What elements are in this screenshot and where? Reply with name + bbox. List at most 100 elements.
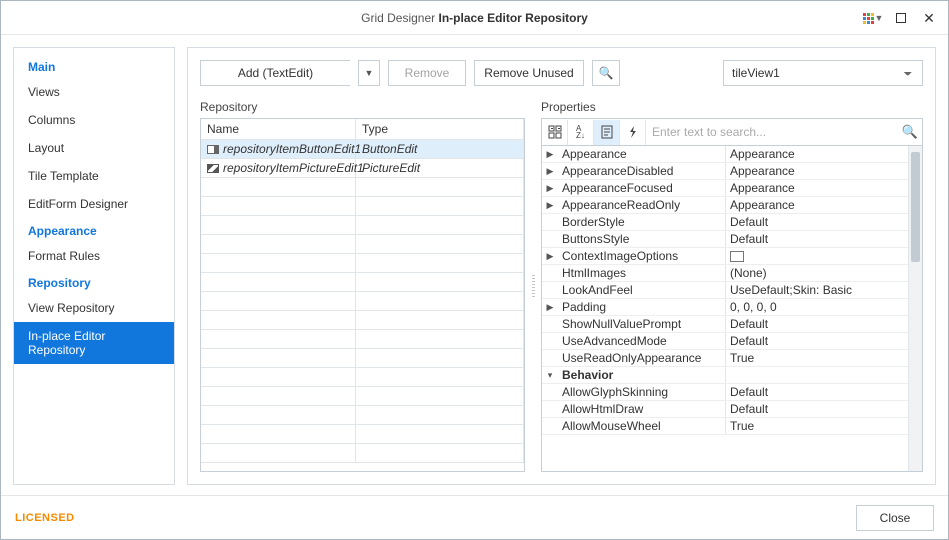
property-value[interactable]: Appearance (726, 197, 908, 213)
repository-empty-row[interactable] (201, 273, 524, 292)
property-value[interactable] (726, 248, 908, 264)
sidebar-item-in-place-editor-repository[interactable]: In-place Editor Repository (14, 322, 174, 364)
sidebar-item-views[interactable]: Views (14, 78, 174, 106)
property-row[interactable]: ▶Padding0, 0, 0, 0 (542, 299, 908, 316)
property-grid[interactable]: ▶AppearanceAppearance▶AppearanceDisabled… (541, 145, 923, 472)
repository-empty-row[interactable] (201, 406, 524, 425)
repository-empty-row[interactable] (201, 387, 524, 406)
expander-icon[interactable]: ▶ (542, 180, 558, 196)
add-button[interactable]: Add (TextEdit) (200, 60, 350, 86)
property-value[interactable] (726, 367, 908, 383)
events-button[interactable] (620, 120, 646, 145)
property-scrollbar[interactable] (908, 146, 922, 471)
property-value[interactable]: Default (726, 231, 908, 247)
search-button[interactable]: 🔍 (592, 60, 620, 86)
repository-grid[interactable]: Name Type repositoryItemButtonEdit1Butto… (200, 118, 525, 472)
col-type-header[interactable]: Type (356, 119, 524, 139)
property-row[interactable]: BorderStyleDefault (542, 214, 908, 231)
property-value[interactable]: (None) (726, 265, 908, 281)
property-row[interactable]: ShowNullValuePromptDefault (542, 316, 908, 333)
close-window-button[interactable]: ✕ (916, 7, 942, 29)
property-value[interactable]: Default (726, 384, 908, 400)
repository-empty-row[interactable] (201, 349, 524, 368)
add-dropdown-button[interactable]: ▼ (358, 60, 380, 86)
sidebar-item-layout[interactable]: Layout (14, 134, 174, 162)
property-row[interactable]: UseReadOnlyAppearanceTrue (542, 350, 908, 367)
expander-icon[interactable]: ▶ (542, 163, 558, 179)
property-pages-button[interactable] (594, 120, 620, 145)
property-row[interactable]: ▶AppearanceAppearance (542, 146, 908, 163)
property-search-input[interactable] (646, 119, 898, 145)
expander-icon[interactable]: ▶ (542, 197, 558, 213)
property-row[interactable]: ▶AppearanceDisabledAppearance (542, 163, 908, 180)
skin-picker-button[interactable]: ▼ (860, 7, 886, 29)
repository-empty-row[interactable] (201, 444, 524, 463)
repository-empty-row[interactable] (201, 235, 524, 254)
expander-icon[interactable]: ▶ (542, 248, 558, 264)
property-value[interactable]: Default (726, 214, 908, 230)
property-row[interactable]: LookAndFeelUseDefault;Skin: Basic (542, 282, 908, 299)
property-row[interactable]: ButtonsStyleDefault (542, 231, 908, 248)
property-value[interactable]: Default (726, 316, 908, 332)
repository-row[interactable]: repositoryItemButtonEdit1ButtonEdit (201, 140, 524, 159)
remove-button[interactable]: Remove (388, 60, 466, 86)
property-row[interactable]: ▶AppearanceFocusedAppearance (542, 180, 908, 197)
sidebar-item-view-repository[interactable]: View Repository (14, 294, 174, 322)
properties-toolbar: AZ↓ 🔍 (541, 118, 923, 145)
col-name-header[interactable]: Name (201, 119, 356, 139)
property-row[interactable]: ▶AppearanceReadOnlyAppearance (542, 197, 908, 214)
property-key: AppearanceFocused (558, 180, 726, 196)
expander-icon[interactable]: ▶ (542, 299, 558, 315)
maximize-button[interactable] (888, 7, 914, 29)
repository-empty-row[interactable] (201, 216, 524, 235)
expander-icon[interactable]: ▾ (542, 367, 558, 383)
sidebar-item-format-rules[interactable]: Format Rules (14, 242, 174, 270)
property-row[interactable]: HtmlImages(None) (542, 265, 908, 282)
splitter[interactable] (529, 100, 537, 472)
expander-icon[interactable]: ▶ (542, 146, 558, 162)
property-key: AppearanceDisabled (558, 163, 726, 179)
property-value[interactable]: Default (726, 401, 908, 417)
alphabetical-button[interactable]: AZ↓ (568, 120, 594, 145)
repository-empty-row[interactable] (201, 330, 524, 349)
repository-empty-row[interactable] (201, 178, 524, 197)
close-button[interactable]: Close (856, 505, 934, 531)
sidebar-item-columns[interactable]: Columns (14, 106, 174, 134)
expander-icon (542, 316, 558, 332)
property-row[interactable]: AllowMouseWheelTrue (542, 418, 908, 435)
repository-row[interactable]: repositoryItemPictureEdit1PictureEdit (201, 159, 524, 178)
property-key: BorderStyle (558, 214, 726, 230)
property-key: AllowHtmlDraw (558, 401, 726, 417)
property-row[interactable]: UseAdvancedModeDefault (542, 333, 908, 350)
property-row[interactable]: AllowHtmlDrawDefault (542, 401, 908, 418)
scrollbar-thumb[interactable] (911, 152, 920, 262)
property-value[interactable]: True (726, 350, 908, 366)
property-value[interactable]: Appearance (726, 146, 908, 162)
title-main: In-place Editor Repository (439, 11, 588, 25)
property-value[interactable]: 0, 0, 0, 0 (726, 299, 908, 315)
repository-empty-row[interactable] (201, 311, 524, 330)
sidebar-item-editform-designer[interactable]: EditForm Designer (14, 190, 174, 218)
property-value[interactable]: UseDefault;Skin: Basic (726, 282, 908, 298)
property-row[interactable]: AllowGlyphSkinningDefault (542, 384, 908, 401)
property-value[interactable]: Appearance (726, 163, 908, 179)
view-select[interactable]: tileView1 (723, 60, 923, 86)
repository-empty-row[interactable] (201, 197, 524, 216)
property-value[interactable]: True (726, 418, 908, 434)
property-value[interactable]: Default (726, 333, 908, 349)
property-category-row[interactable]: ▾Behavior (542, 367, 908, 384)
property-value[interactable]: Appearance (726, 180, 908, 196)
sidebar-item-tile-template[interactable]: Tile Template (14, 162, 174, 190)
property-row[interactable]: ▶ContextImageOptions (542, 248, 908, 265)
categorized-button[interactable] (542, 120, 568, 145)
repository-empty-row[interactable] (201, 254, 524, 273)
repository-empty-row[interactable] (201, 292, 524, 311)
window: Grid Designer In-place Editor Repository… (0, 0, 949, 540)
property-key: LookAndFeel (558, 282, 726, 298)
expander-icon (542, 384, 558, 400)
body: MainViewsColumnsLayoutTile TemplateEditF… (1, 35, 948, 495)
expander-icon (542, 214, 558, 230)
repository-empty-row[interactable] (201, 368, 524, 387)
remove-unused-button[interactable]: Remove Unused (474, 60, 584, 86)
repository-empty-row[interactable] (201, 425, 524, 444)
